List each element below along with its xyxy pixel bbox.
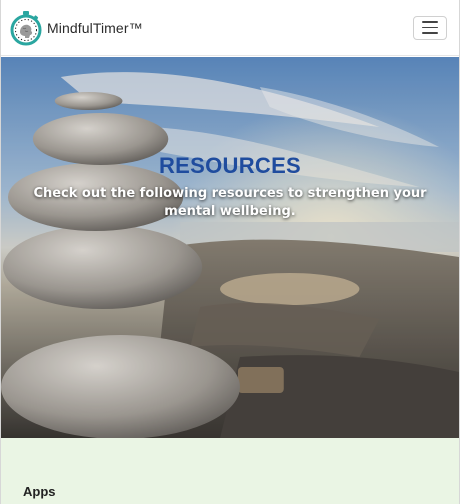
- hero-overlay: [1, 57, 459, 438]
- brand-link[interactable]: MindfulTimer™: [9, 10, 143, 46]
- apps-section: Apps: [1, 438, 459, 504]
- navbar: MindfulTimer™: [1, 0, 459, 56]
- apps-heading: Apps: [23, 484, 56, 499]
- menu-toggle-button[interactable]: [413, 15, 447, 40]
- brand-name: MindfulTimer™: [47, 19, 143, 36]
- page: MindfulTimer™ RESOURCES Check out the fo…: [0, 0, 460, 504]
- hamburger-icon: [422, 21, 438, 23]
- stopwatch-brain-icon: [10, 10, 42, 45]
- hero-subtitle: Check out the following resources to str…: [33, 186, 427, 219]
- hero-banner: RESOURCES Check out the following resour…: [1, 57, 459, 438]
- hero-title: RESOURCES: [158, 153, 302, 178]
